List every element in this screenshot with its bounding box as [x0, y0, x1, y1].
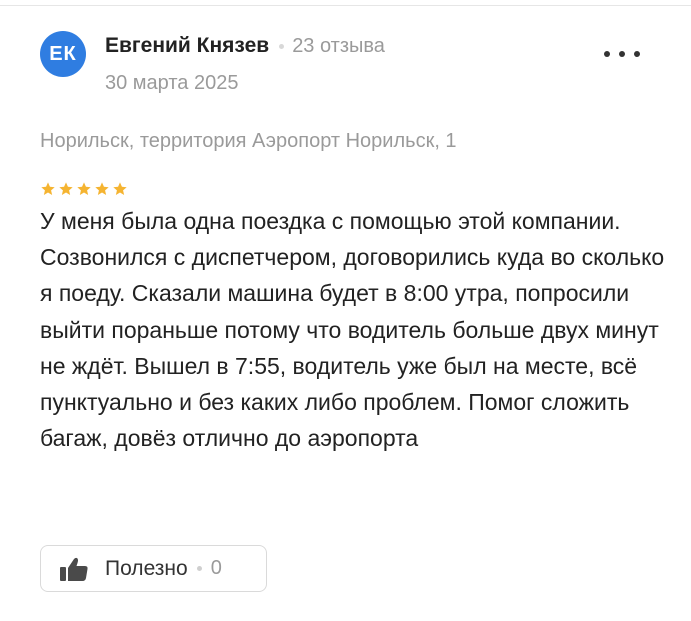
useful-count: 0 [210, 557, 222, 579]
star-icon [77, 182, 91, 195]
review-card: ЕК Евгений Князев 23 отзыва 30 марта 202… [0, 0, 691, 621]
author-name[interactable]: Евгений Князев [105, 34, 269, 58]
useful-button[interactable]: Полезно 0 [40, 545, 267, 592]
more-horizontal-icon [604, 51, 610, 57]
star-icon [59, 182, 73, 195]
star-icon [95, 182, 109, 195]
more-options-button[interactable] [604, 44, 640, 64]
avatar-initials: ЕК [49, 42, 77, 65]
more-horizontal-icon-dot [619, 51, 625, 57]
more-horizontal-icon-dot [634, 51, 640, 57]
avatar[interactable]: ЕК [40, 31, 86, 77]
thumbs-up-icon [60, 557, 88, 581]
star-icon [113, 182, 127, 195]
separator-dot [279, 43, 285, 49]
review-text: У меня была одна поездка с помощью этой … [40, 208, 665, 452]
useful-label: Полезно [105, 556, 188, 580]
review-date: 30 марта 2025 [105, 72, 239, 94]
author-reviews-count: 23 отзыва [292, 34, 385, 57]
review-address: Норильск, территория Аэропорт Норильск, … [40, 130, 457, 152]
useful-separator-dot [196, 566, 202, 571]
rating-stars [40, 181, 128, 197]
star-icon [41, 182, 55, 195]
author-row: Евгений Князев 23 отзыва [105, 34, 385, 58]
